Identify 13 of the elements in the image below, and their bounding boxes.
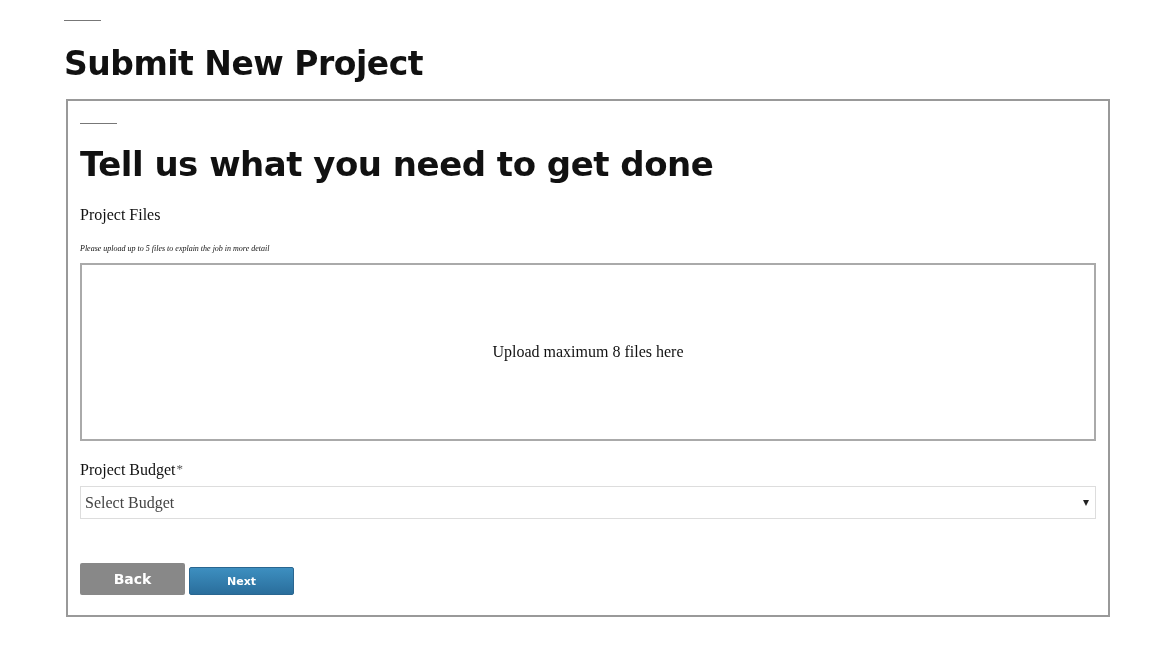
budget-select[interactable]: Select Budget ▾ [80, 486, 1096, 519]
back-button[interactable]: Back [80, 563, 185, 595]
upload-dropzone[interactable]: Upload maximum 8 files here [80, 263, 1096, 441]
form-heading: Tell us what you need to get done [80, 143, 715, 186]
required-mark: * [176, 461, 184, 478]
next-button[interactable]: Next [189, 567, 294, 595]
field-label: Project Files [80, 206, 162, 224]
page-title: Submit New Project [64, 43, 424, 85]
field-label: Project Budget [80, 461, 176, 479]
field-hint: Please upload up to 5 files to explain the job in more detail [80, 244, 271, 253]
select-placeholder: Select Budget [85, 493, 175, 512]
caret-icon: ▾ [1083, 495, 1089, 510]
dropzone-text: Upload maximum 8 files here [492, 343, 684, 361]
